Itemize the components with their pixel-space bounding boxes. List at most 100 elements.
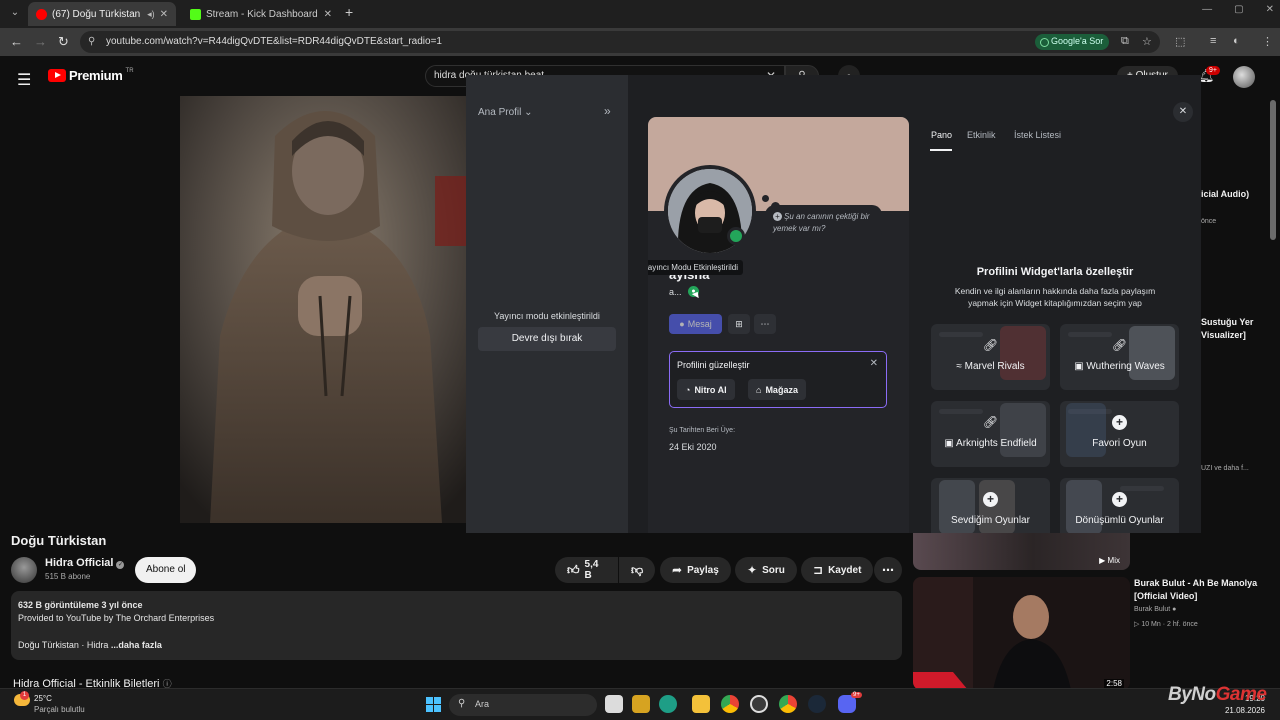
clock-date[interactable]: 21.08.2026 (1225, 706, 1265, 715)
views-line: 632 B görüntüleme 3 yıl önce (18, 600, 143, 610)
chrome-profile-icon[interactable] (779, 695, 797, 713)
profile-selector[interactable]: Ana Profil ⌄ (478, 107, 533, 118)
gift-button[interactable]: ⊞ (728, 314, 750, 334)
file-explorer-view-icon[interactable] (605, 695, 623, 713)
disable-streamer-mode-button[interactable]: Devre dışı bırak (478, 327, 616, 351)
collapse-sidebar-icon[interactable]: » (604, 104, 611, 118)
video-title: Doğu Türkistan (11, 533, 107, 548)
youtube-favicon-icon (36, 8, 47, 20)
description-box[interactable]: 632 B görüntüleme 3 yıl önce Provided to… (11, 591, 902, 660)
rec-1-title[interactable]: icial Audio) (1201, 189, 1249, 199)
rec-3-meta: UZI ve daha f... (1201, 465, 1249, 472)
share-icon: ➦ (672, 563, 683, 577)
mix-thumbnail[interactable]: ▶ Mix (913, 533, 1130, 570)
rec-2-title-line2[interactable]: Visualizer] (1201, 330, 1246, 340)
like-count: 5,4 B (584, 559, 599, 581)
ask-button[interactable]: ✦ Soru (735, 557, 797, 583)
chrome-icon[interactable] (721, 695, 739, 713)
widget-label: ▣ Wuthering Waves (1074, 361, 1165, 372)
get-nitro-button[interactable]: ◔ Nitro Al (677, 379, 735, 400)
minimize-icon[interactable]: — (1202, 4, 1212, 15)
channel-avatar[interactable] (11, 557, 37, 583)
streamer-mode-label: Yayıncı modu etkinleştirildi (494, 311, 600, 321)
taskbar-search[interactable]: ⚲ Ara (449, 694, 597, 716)
profile-card: + Şu an canının çektiği bir yemek var mı?… (648, 117, 909, 533)
media-controls-icon[interactable]: ≡ (1210, 35, 1216, 47)
save-button[interactable]: ⊐ Kaydet (801, 557, 874, 583)
forward-icon[interactable]: → (34, 34, 47, 49)
plus-icon: + (1112, 415, 1127, 430)
save-label: Kaydet (828, 564, 862, 576)
edge-icon[interactable] (659, 695, 677, 713)
show-more-link[interactable]: ...daha fazla (111, 640, 162, 650)
widget-arknights-endfield[interactable]: 🔗︎ ▣ Arknights Endfield (931, 401, 1050, 467)
reload-icon[interactable]: ↻ (58, 34, 69, 50)
recording-app-icon[interactable] (750, 695, 768, 713)
extensions-icon[interactable]: ⬚ (1175, 35, 1185, 48)
share-button[interactable]: ➦ Paylaş (660, 557, 731, 583)
maximize-icon[interactable]: ▢ (1234, 4, 1243, 15)
tab-search-button[interactable]: ⌄ (6, 4, 24, 22)
cast-icon[interactable]: ⧉ (1121, 35, 1129, 48)
message-button[interactable]: ● Mesaj (669, 314, 722, 334)
youtube-premium-logo[interactable]: Premium TR (48, 68, 134, 83)
weather-temperature[interactable]: 25°C (34, 694, 52, 703)
tab-kick[interactable]: Stream - Kick Dashboard ✕ (182, 2, 340, 26)
like-button[interactable]: 👍︎ 5,4 B (555, 557, 618, 583)
site-info-icon[interactable]: ⚲ (88, 36, 95, 47)
file-explorer-icon[interactable] (692, 695, 710, 713)
tab-youtube[interactable]: (67) Doğu Türkistan - YouTube ◂) ✕ (28, 2, 176, 26)
status-bubble[interactable]: + Şu an canının çektiği bir yemek var mı? (765, 205, 882, 241)
shop-button[interactable]: ⌂ Mağaza (748, 379, 806, 400)
tab-pano[interactable]: Pano (931, 130, 952, 140)
thumbs-down-icon: 👎︎ (631, 562, 644, 577)
address-bar[interactable]: ⚲ youtube.com/watch?v=R44digQvDTE&list=R… (80, 31, 1160, 53)
close-window-icon[interactable]: ✕ (1266, 4, 1274, 15)
start-button[interactable] (426, 697, 441, 712)
tab-youtube-title: (67) Doğu Türkistan - YouTube (52, 8, 142, 20)
link-icon: 🔗︎ (982, 338, 999, 352)
tw-app-icon[interactable] (632, 695, 650, 713)
widget-favorite-games[interactable]: + Sevdiğim Oyunlar (931, 478, 1050, 533)
tab-close-icon[interactable]: ✕ (324, 9, 332, 20)
bookmark-icon: ⊐ (813, 563, 824, 577)
steam-icon[interactable] (808, 695, 826, 713)
close-profile-icon[interactable]: ✕ (1173, 102, 1193, 122)
dismiss-icon[interactable]: ✕ (870, 358, 878, 369)
hamburger-menu-icon[interactable]: ☰ (17, 70, 31, 90)
subscribe-button[interactable]: Abone ol (135, 557, 197, 583)
rec-5-title-line1[interactable]: Burak Bulut - Ah Be Manolya (1134, 578, 1257, 588)
widget-favorite-game[interactable]: + Favori Oyun (1060, 401, 1179, 467)
widget-wuthering-waves[interactable]: 🔗︎ ▣ Wuthering Waves (1060, 324, 1179, 390)
profile-avatar-icon[interactable]: ◐ (1233, 35, 1240, 47)
new-tab-button[interactable]: + (345, 4, 353, 20)
widget-label: Sevdiğim Oyunlar (951, 515, 1030, 526)
video-player[interactable] (180, 96, 468, 523)
channel-name[interactable]: Hidra Official ✓ (45, 557, 125, 569)
bookmark-star-icon[interactable]: ☆ (1142, 35, 1152, 48)
rec-5-stats: ▷ 10 Mn · 2 hf. önce (1134, 621, 1198, 628)
tab-istek-listesi[interactable]: İstek Listesi (1014, 130, 1061, 140)
rec-5-title-line2[interactable]: [Official Video] (1134, 591, 1197, 601)
page-scrollbar[interactable] (1270, 100, 1276, 240)
more-options-button[interactable]: ⋯ (754, 314, 776, 334)
account-avatar[interactable] (1233, 66, 1255, 88)
widget-marvel-rivals[interactable]: 🔗︎ ≈ Marvel Rivals (931, 324, 1050, 390)
more-actions-button[interactable]: ⋯ (874, 557, 902, 583)
weather-description[interactable]: Parçalı bulutlu (34, 705, 85, 714)
dislike-button[interactable]: 👎︎ (619, 557, 655, 583)
back-icon[interactable]: ← (10, 34, 23, 49)
tab-close-icon[interactable]: ✕ (160, 9, 168, 20)
widgets-description: Kendin ve ilgi alanların hakkında daha f… (954, 286, 1156, 308)
browser-menu-icon[interactable]: ⋮ (1262, 35, 1273, 48)
share-label: Paylaş (687, 564, 719, 576)
widget-label: Dönüşümlü Oyunlar (1075, 515, 1164, 526)
speaker-icon[interactable]: ◂) (147, 9, 155, 20)
tab-etkinlik[interactable]: Etkinlik (967, 130, 996, 140)
widget-rotating-games[interactable]: + Dönüşümlü Oyunlar (1060, 478, 1179, 533)
burak-bulut-thumbnail[interactable]: 2:58 (913, 577, 1130, 690)
nitro-icon: ◔ (685, 384, 691, 395)
rec-2-title-line1[interactable]: Sustuğu Yer (1201, 317, 1253, 327)
google-ask-button[interactable]: Google'a Sor (1035, 34, 1110, 50)
taskbar-search-placeholder: Ara (475, 699, 490, 709)
